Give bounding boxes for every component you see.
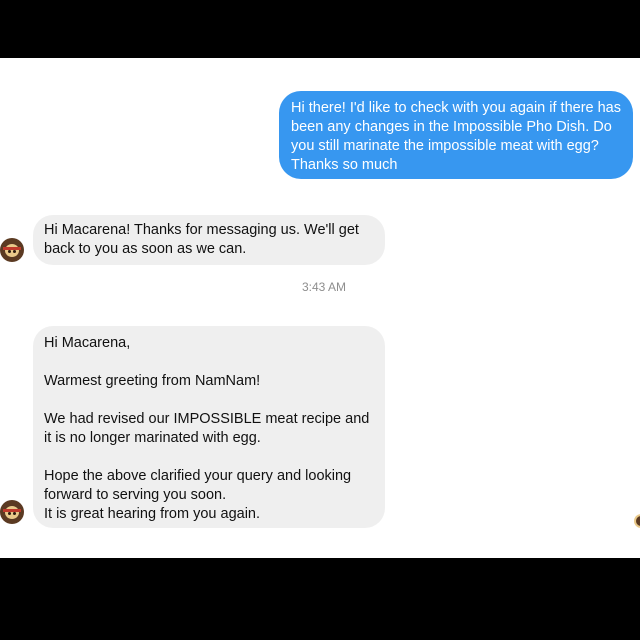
seen-avatar-icon (634, 514, 640, 528)
avatar-eye (8, 512, 11, 515)
restaurant-avatar-icon[interactable] (0, 500, 24, 524)
restaurant-avatar-icon[interactable] (0, 238, 24, 262)
message-paragraph: We had revised our IMPOSSIBLE meat recip… (44, 411, 370, 446)
chat-thread[interactable]: Hi there! I'd like to check with you aga… (0, 58, 640, 558)
avatar-eye (13, 512, 16, 515)
message-paragraph: Warmest greeting from NamNam! (44, 373, 261, 389)
message-timestamp: 3:43 AM (301, 280, 347, 294)
incoming-message-bubble[interactable]: Hi Macarena! Thanks for messaging us. We… (33, 215, 385, 265)
message-paragraph: Hope the above clarified your query and … (44, 468, 352, 522)
avatar-headband (3, 509, 21, 512)
message-paragraph: Hi Macarena, (44, 335, 131, 351)
incoming-message-bubble[interactable]: Hi Macarena, Warmest greeting from NamNa… (33, 326, 385, 528)
incoming-message-text: Hi Macarena! Thanks for messaging us. We… (44, 222, 359, 257)
avatar-headband (3, 247, 21, 250)
outgoing-message-text: Hi there! I'd like to check with you aga… (291, 100, 621, 173)
avatar-eye (8, 250, 11, 253)
outgoing-message-bubble[interactable]: Hi there! I'd like to check with you aga… (279, 91, 633, 179)
avatar-eye (13, 250, 16, 253)
